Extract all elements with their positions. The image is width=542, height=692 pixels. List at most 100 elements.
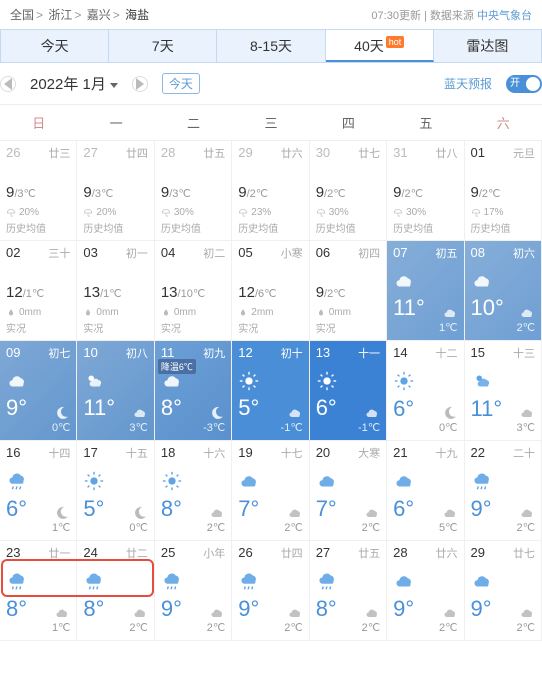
day-cell[interactable]: 10初八11°3℃ [77,341,154,441]
day-cell[interactable]: 16十四6°1℃ [0,441,77,541]
lunar-label: 初四 [358,245,380,261]
day-cell[interactable]: 12初十5°-1℃ [232,341,309,441]
day-cell[interactable]: 25小年9°2℃ [155,541,232,641]
lunar-label: 初八 [126,345,148,361]
day-cell[interactable]: 27廿四9/3℃20%历史均值 [77,141,154,241]
day-cell[interactable]: 02三十12/1℃0mm实况 [0,241,77,341]
hot-icon: hot [386,36,405,48]
day-cell[interactable]: 05小寒12/6℃2mm实况 [232,241,309,341]
tab-7day[interactable]: 7天 [109,30,217,62]
low-temp: 1℃ [52,522,70,534]
crumb-dist[interactable]: 海盐 [125,8,149,22]
night-block: 2℃ [516,505,534,534]
lunar-label: 初十 [281,345,303,361]
day-cell[interactable]: 24廿二8°2℃ [77,541,154,641]
day-weather-icon [83,570,147,595]
day-cell[interactable]: 20大寒7°2℃ [310,441,387,541]
low-temp: 1℃ [52,622,70,634]
day-cell[interactable]: 27廿五8°2℃ [310,541,387,641]
day-cell[interactable]: 13十一6°-1℃ [310,341,387,441]
low-temp: 0℃ [439,422,457,434]
tab-today[interactable]: 今天 [1,30,109,62]
day-number: 10 [83,345,97,361]
night-block: 3℃ [129,405,147,434]
day-cell[interactable]: 22二十9°2℃ [465,441,542,541]
day-cell[interactable]: 07初五11°1℃ [387,241,464,341]
tab-40day[interactable]: 40天hot [326,30,434,62]
day-cell[interactable]: 01元旦9/2℃17%历史均值 [465,141,542,241]
day-cell[interactable]: 26廿四9°2℃ [232,541,309,641]
lunar-label: 初二 [203,245,225,261]
day-cell[interactable]: 03初一13/1℃0mm实况 [77,241,154,341]
day-cell[interactable]: 09初七9°0℃ [0,341,77,441]
day-cell[interactable]: 11初九降温6℃8°-3℃ [155,341,232,441]
day-number: 19 [238,445,252,461]
lunar-label: 廿六 [281,145,303,161]
day-cell[interactable]: 23廿一8°1℃ [0,541,77,641]
lunar-label: 初一 [126,245,148,261]
day-cell[interactable]: 15十三11°3℃ [465,341,542,441]
day-cell[interactable]: 26廿三9/3℃20%历史均值 [0,141,77,241]
day-weather-icon [83,370,147,395]
day-cell[interactable]: 04初二13/10℃0mm实况 [155,241,232,341]
lunar-label: 初六 [513,245,535,261]
tab-radar[interactable]: 雷达图 [434,30,541,62]
next-month-button[interactable] [132,76,148,92]
lunar-label: 十三 [513,345,535,361]
history-label: 实况 [238,320,302,335]
weekday-sat: 六 [465,105,542,140]
history-label: 历史均值 [393,220,457,235]
night-block: -3℃ [203,405,225,434]
crumb-prov[interactable]: 浙江 [48,8,72,22]
precip-row: 0mm [161,307,225,318]
day-weather-icon [6,370,70,395]
day-cell[interactable]: 18十六8°2℃ [155,441,232,541]
day-number: 25 [161,545,175,561]
lunar-label: 廿五 [358,545,380,561]
day-number: 15 [471,345,485,361]
lunar-label: 初七 [48,345,70,361]
day-cell[interactable]: 30廿七9/2℃30%历史均值 [310,141,387,241]
history-label: 历史均值 [6,220,70,235]
day-cell[interactable]: 21十九6°5℃ [387,441,464,541]
tab-8-15day[interactable]: 8-15天 [217,30,325,62]
day-weather-icon [238,370,302,395]
weekday-tue: 二 [155,105,232,140]
lunar-label: 廿三 [48,145,70,161]
day-weather-icon [6,570,70,595]
month-navbar: 2022年 1月 今天 蓝天预报 开 [0,63,542,104]
day-cell[interactable]: 19十七7°2℃ [232,441,309,541]
day-cell[interactable]: 17十五5°0℃ [77,441,154,541]
night-block: 1℃ [439,305,457,334]
lunar-label: 廿六 [436,545,458,561]
today-button[interactable]: 今天 [162,73,200,94]
day-number: 03 [83,245,97,261]
temp-range: 9/3℃ [161,184,225,201]
low-temp: 2℃ [284,522,302,534]
day-cell[interactable]: 08初六10°2℃ [465,241,542,341]
day-cell[interactable]: 29廿六9/2℃23%历史均值 [232,141,309,241]
crumb-root[interactable]: 全国 [10,8,34,22]
history-label: 历史均值 [471,220,535,235]
bluesky-toggle[interactable]: 开 [506,75,542,93]
precip-row: 20% [83,207,147,218]
cooling-tag: 降温6℃ [158,359,196,374]
day-number: 06 [316,245,330,261]
day-weather-icon [393,570,457,595]
prev-month-button[interactable] [0,76,16,92]
month-selector[interactable]: 2022年 1月 [30,73,118,94]
night-block: 1℃ [52,505,70,534]
day-number: 18 [161,445,175,461]
day-cell[interactable]: 31廿八9/2℃30%历史均值 [387,141,464,241]
day-cell[interactable]: 29廿七9°2℃ [465,541,542,641]
day-number: 21 [393,445,407,461]
day-cell[interactable]: 28廿五9/3℃30%历史均值 [155,141,232,241]
source-link[interactable]: 中央气象台 [477,10,532,22]
day-cell[interactable]: 06初四9/2℃0mm实况 [310,241,387,341]
day-cell[interactable]: 14十二6°0℃ [387,341,464,441]
day-cell[interactable]: 28廿六9°2℃ [387,541,464,641]
low-temp: 3℃ [129,422,147,434]
lunar-label: 初五 [436,245,458,261]
crumb-city[interactable]: 嘉兴 [87,8,111,22]
lunar-label: 廿一 [48,545,70,561]
